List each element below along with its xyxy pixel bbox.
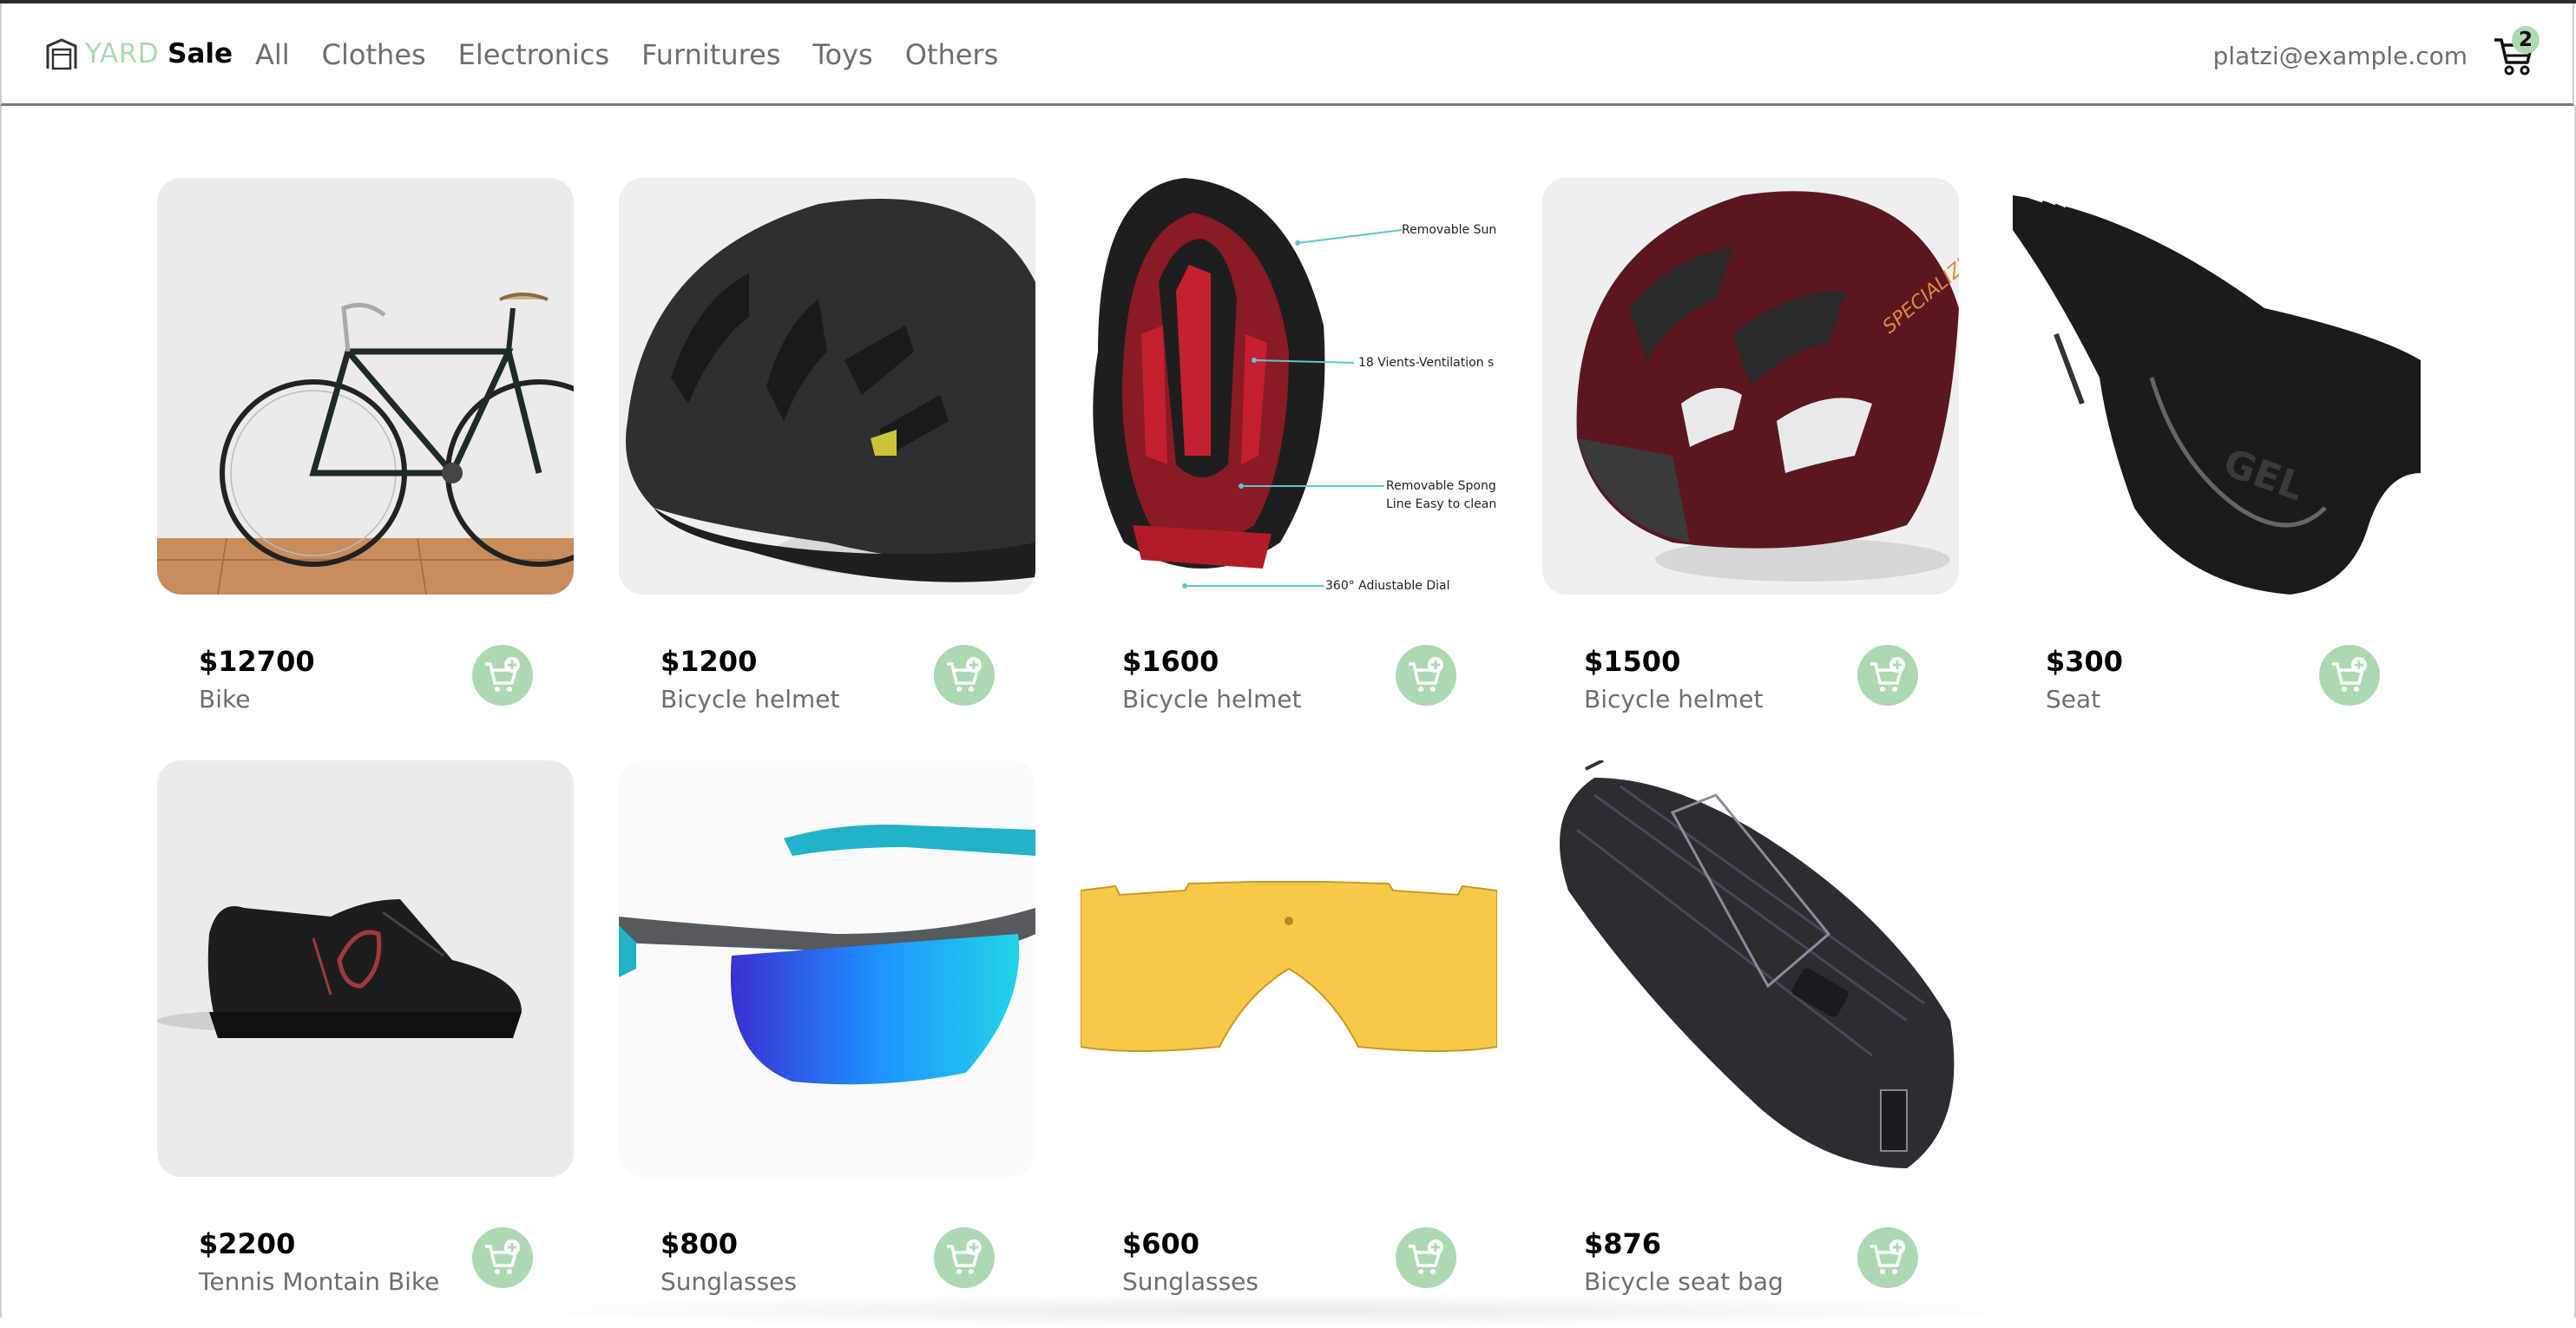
product-name: Seat — [2046, 685, 2101, 713]
product-image-helmet[interactable] — [619, 178, 1035, 595]
product-name: Bicycle seat bag — [1584, 1267, 1784, 1296]
category-nav: All Clothes Electronics Furnitures Toys … — [255, 38, 1030, 71]
product-name: Sunglasses — [1122, 1267, 1258, 1296]
callout-removable-sun: Removable Sun — [1402, 223, 1496, 237]
add-to-cart-icon — [947, 657, 982, 692]
add-to-cart-icon — [1409, 1239, 1443, 1274]
nav-link-electronics[interactable]: Electronics — [458, 38, 609, 71]
add-to-cart-button[interactable] — [1857, 645, 1918, 706]
product-image-helmet-red[interactable]: SPECIALIZED — [1542, 178, 1959, 595]
add-to-cart-icon — [1870, 1239, 1905, 1274]
product-price: $300 — [2046, 645, 2124, 678]
callout-adjustable-dial: 360° Adiustable Dial — [1325, 579, 1450, 593]
add-to-cart-button[interactable] — [1396, 645, 1456, 706]
add-to-cart-button[interactable] — [472, 1227, 533, 1288]
add-to-cart-icon — [2332, 657, 2367, 692]
product-price: $12700 — [199, 645, 315, 678]
nav-link-clothes[interactable]: Clothes — [322, 38, 426, 71]
product-name: Bicycle helmet — [1122, 685, 1302, 713]
nav-link-all[interactable]: All — [255, 38, 290, 71]
add-to-cart-button[interactable] — [1857, 1227, 1918, 1288]
add-to-cart-button[interactable] — [934, 645, 995, 706]
add-to-cart-icon — [1409, 657, 1443, 692]
product-price: $876 — [1584, 1227, 1662, 1260]
window-left-border — [0, 106, 2, 1318]
product-price: $800 — [660, 1227, 739, 1260]
add-to-cart-button[interactable] — [472, 645, 533, 706]
product-image-sunglasses-yellow[interactable] — [1081, 760, 1497, 1177]
cart-count-badge: 2 — [2512, 26, 2540, 54]
add-to-cart-button[interactable] — [2319, 645, 2380, 706]
product-price: $600 — [1122, 1227, 1200, 1260]
product-price: $1200 — [660, 645, 758, 678]
product-image-shoe[interactable] — [157, 760, 574, 1177]
add-to-cart-icon — [485, 1239, 520, 1274]
add-to-cart-icon — [947, 1239, 982, 1274]
product-price: $1600 — [1122, 645, 1219, 678]
bottom-shadow — [451, 1293, 2100, 1328]
product-image-seat[interactable]: GEL — [2004, 178, 2421, 595]
product-price: $1500 — [1584, 645, 1681, 678]
product-name: Bicycle helmet — [1584, 685, 1764, 713]
add-to-cart-icon — [485, 657, 520, 692]
product-image-sunglasses-blue[interactable] — [619, 760, 1035, 1177]
add-to-cart-button[interactable] — [1396, 1227, 1456, 1288]
product-name: Bicycle helmet — [660, 685, 840, 713]
product-image-bike[interactable] — [157, 178, 574, 595]
product-image-helmet-diagram[interactable]: Removable Sun 18 Vients-Ventilation s Re… — [1081, 178, 1497, 595]
logo-sale-text: Sale — [168, 38, 233, 69]
product-image-seat-bag[interactable] — [1542, 760, 1959, 1177]
callout-vents: 18 Vients-Ventilation s — [1358, 356, 1494, 370]
garage-icon — [46, 38, 77, 70]
callout-removable-sponge: Removable Spong — [1386, 479, 1496, 493]
product-price: $2200 — [199, 1227, 296, 1260]
navbar: YARD Sale All Clothes Electronics Furnit… — [0, 3, 2574, 106]
add-to-cart-icon — [1870, 657, 1905, 692]
user-email[interactable]: platzi@example.com — [2213, 42, 2468, 70]
product-name: Sunglasses — [660, 1267, 797, 1296]
callout-easy-clean: Line Easy to clean — [1386, 497, 1496, 511]
shopping-cart-button[interactable]: 2 — [2493, 26, 2540, 78]
product-name: Bike — [199, 685, 251, 713]
logo[interactable]: YARD Sale — [45, 35, 233, 73]
nav-link-furnitures[interactable]: Furnitures — [641, 38, 780, 71]
nav-link-toys[interactable]: Toys — [812, 38, 872, 71]
nav-link-others[interactable]: Others — [905, 38, 999, 71]
logo-yard-text: YARD — [85, 38, 160, 69]
product-name: Tennis Montain Bike — [199, 1267, 440, 1296]
add-to-cart-button[interactable] — [934, 1227, 995, 1288]
